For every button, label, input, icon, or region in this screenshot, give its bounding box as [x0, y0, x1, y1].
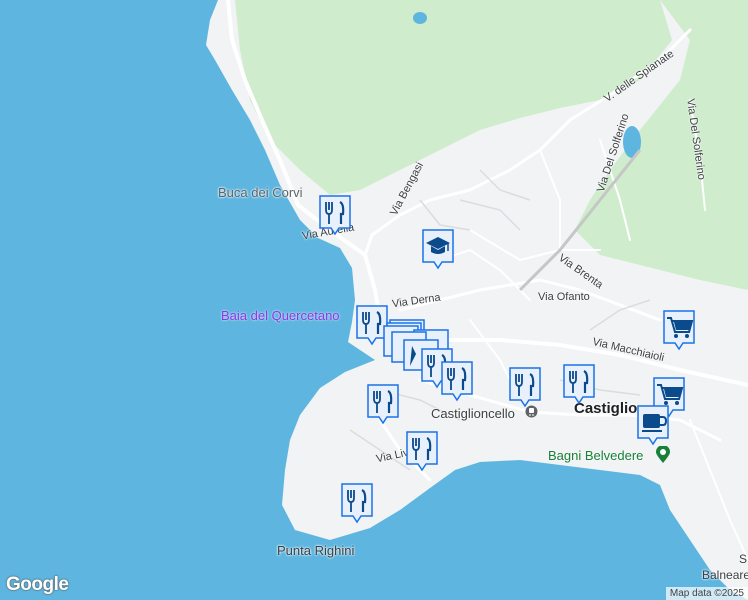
map-canvas[interactable]: [0, 0, 748, 600]
restaurant-marker-1[interactable]: [318, 194, 352, 236]
fork-knife-icon: [563, 364, 595, 405]
restaurant-marker-4[interactable]: [440, 360, 474, 402]
shopping-cart-marker-1[interactable]: [662, 309, 696, 351]
fork-knife-icon: [319, 195, 351, 236]
graduation-cap-icon: [422, 229, 454, 270]
restaurant-marker-6[interactable]: [562, 363, 596, 405]
place-label-punta-righini: Punta Righini: [277, 543, 355, 558]
school-marker[interactable]: [421, 228, 455, 270]
beach-pin-icon[interactable]: [655, 445, 671, 464]
road-label-via-ofanto: Via Ofanto: [538, 291, 590, 303]
place-label-buca-dei-corvi: Buca dei Corvi: [218, 185, 303, 200]
poi-label-baia-del-quercetano[interactable]: Baia del Quercetano: [221, 308, 340, 323]
coffee-cup-icon: [637, 405, 669, 446]
poi-label-bagni-belvedere[interactable]: Bagni Belvedere: [548, 448, 643, 463]
place-label-edge-s: S: [739, 552, 748, 566]
fork-knife-icon: [509, 367, 541, 408]
shopping-cart-icon: [663, 310, 695, 351]
google-logo[interactable]: Google: [6, 574, 69, 596]
fork-knife-icon: [367, 384, 399, 425]
pond: [413, 12, 427, 24]
restaurant-marker-5[interactable]: [508, 366, 542, 408]
fork-knife-icon: [406, 431, 438, 472]
map-copyright[interactable]: Map data ©2025: [665, 587, 748, 600]
restaurant-marker-8[interactable]: [405, 430, 439, 472]
restaurant-marker-9[interactable]: [340, 482, 374, 524]
fork-knife-icon: [341, 483, 373, 524]
cafe-marker[interactable]: [636, 404, 670, 446]
restaurant-marker-7[interactable]: [366, 383, 400, 425]
fork-knife-icon: [441, 361, 473, 402]
place-label-castiglioncello: Castiglioncello: [431, 406, 515, 421]
place-label-edge-balneare: Balneare: [702, 568, 748, 582]
